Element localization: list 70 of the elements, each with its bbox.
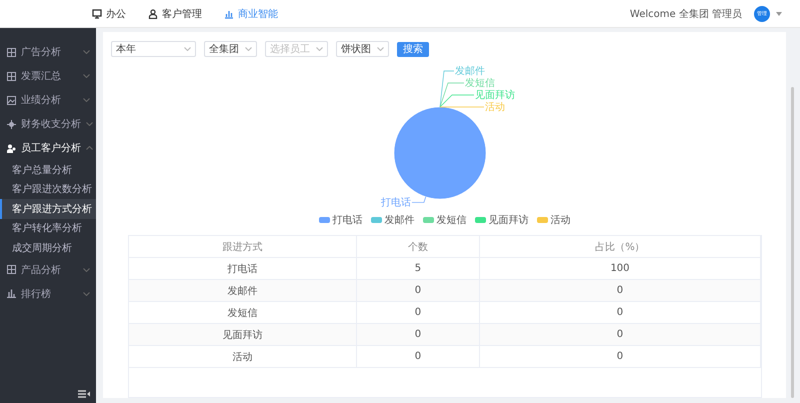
legend-label[interactable]: 活动 xyxy=(550,213,570,227)
welcome-text: Welcome 全集团 管理员 xyxy=(630,8,742,20)
legend-swatch xyxy=(422,217,434,223)
legend-label[interactable]: 见面拜访 xyxy=(488,213,528,227)
submenu-item[interactable]: 客户跟进方式分析 xyxy=(0,199,96,218)
menu-item[interactable]: 财务收支分析 xyxy=(0,112,96,136)
table-cell: 0 xyxy=(479,324,760,346)
chevron-icon xyxy=(377,47,384,51)
filter-select[interactable]: 本年 xyxy=(111,41,196,57)
menu-item[interactable]: 发票汇总 xyxy=(0,64,96,88)
chart-icon xyxy=(224,8,234,18)
legend-label[interactable]: 发邮件 xyxy=(384,213,414,227)
column-header: 跟进方式 xyxy=(129,236,356,258)
menu-item[interactable]: 产品分析 xyxy=(0,258,96,282)
chevron-icon xyxy=(86,122,93,126)
bar-chart-icon xyxy=(7,289,16,298)
leader-line xyxy=(411,196,426,203)
grid-icon xyxy=(7,72,16,80)
filter-select[interactable]: 饼状图 xyxy=(336,41,389,57)
table-cell: 发邮件 xyxy=(129,280,356,302)
legend-label[interactable]: 打电话 xyxy=(332,213,362,227)
chevron-icon xyxy=(184,47,191,51)
legend-swatch xyxy=(474,217,486,223)
menu-item[interactable]: 广告分析 xyxy=(0,40,96,64)
slice-label: 见面拜访 xyxy=(474,90,514,101)
chevron-icon xyxy=(83,98,90,102)
table-cell: 0 xyxy=(356,346,480,368)
submenu-item[interactable]: 成交周期分析 xyxy=(0,238,96,258)
chevron-icon xyxy=(245,47,252,51)
crosshair-icon xyxy=(7,120,16,128)
chevron-icon xyxy=(83,50,90,54)
slice-label: 活动 xyxy=(484,102,504,113)
column-header: 个数 xyxy=(356,236,480,258)
nav-tab[interactable]: 办公 xyxy=(92,6,126,20)
menu-item[interactable]: 排行榜 xyxy=(0,282,96,306)
chevron-icon xyxy=(316,47,323,51)
chevron-icon xyxy=(83,74,90,78)
submenu-item[interactable]: 客户跟进次数分析 xyxy=(0,180,96,199)
legend-swatch xyxy=(536,217,548,223)
grid-icon xyxy=(7,48,16,56)
table-cell: 0 xyxy=(356,280,480,302)
filter-select[interactable]: 全集团 xyxy=(204,41,257,57)
menu-item[interactable]: 业绩分析 xyxy=(0,88,96,112)
table-cell: 见面拜访 xyxy=(129,324,356,346)
nav-tab[interactable]: 客户管理 xyxy=(148,6,202,20)
chevron-icon xyxy=(83,292,90,296)
menu-item[interactable]: 员工客户分析 xyxy=(0,136,96,160)
caret-icon[interactable] xyxy=(776,12,782,16)
picture-icon xyxy=(7,96,16,104)
legend-swatch xyxy=(370,217,382,223)
table-cell: 0 xyxy=(356,324,480,346)
table-cell: 0 xyxy=(479,346,760,368)
submenu-item[interactable]: 客户总量分析 xyxy=(0,160,96,180)
table-cell: 活动 xyxy=(129,346,356,368)
legend-label[interactable]: 发短信 xyxy=(436,213,466,227)
column-header: 占比（%） xyxy=(479,236,760,258)
monitor-icon xyxy=(92,8,102,18)
grid-icon xyxy=(7,265,16,274)
submenu-item[interactable]: 客户转化率分析 xyxy=(0,218,96,238)
table-cell: 0 xyxy=(479,280,760,302)
legend-swatch xyxy=(318,217,330,223)
chevron-icon xyxy=(83,268,90,272)
scrollbar[interactable] xyxy=(791,87,794,398)
slice-label: 发短信 xyxy=(464,78,494,89)
collapse-menu-icon[interactable] xyxy=(78,390,90,398)
slice-label: 发邮件 xyxy=(454,66,484,77)
chevron-icon xyxy=(86,146,93,150)
person-icon xyxy=(148,8,158,18)
people-icon xyxy=(7,144,16,152)
slice-label: 打电话 xyxy=(380,197,410,208)
